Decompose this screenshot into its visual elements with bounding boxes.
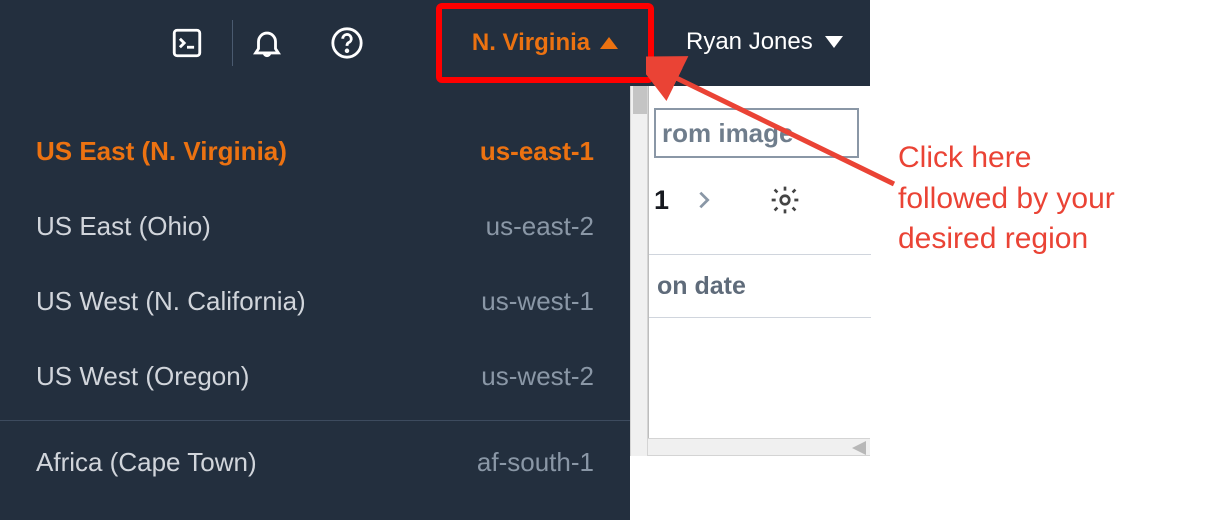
page-number: 1 xyxy=(654,185,669,216)
region-item-af-south-1[interactable]: Africa (Cape Town) af-south-1 xyxy=(0,425,630,500)
column-header-row: on date xyxy=(649,254,871,318)
region-item-us-east-2[interactable]: US East (Ohio) us-east-2 xyxy=(0,189,630,264)
region-item-us-west-2[interactable]: US West (Oregon) us-west-2 xyxy=(0,339,630,414)
region-selector-label: N. Virginia xyxy=(472,29,590,57)
annotation-line: Click here xyxy=(898,138,1115,179)
topbar-icon-group xyxy=(170,26,364,60)
region-item-us-east-1[interactable]: US East (N. Virginia) us-east-1 xyxy=(0,114,630,189)
vertical-scrollbar[interactable] xyxy=(630,86,648,456)
content-panel: rom image 1 on date xyxy=(648,86,870,456)
region-selector[interactable]: N. Virginia xyxy=(436,3,654,83)
horizontal-scrollbar[interactable] xyxy=(648,438,870,456)
help-icon[interactable] xyxy=(330,26,364,60)
annotation-line: followed by your xyxy=(898,179,1115,220)
region-id: us-east-2 xyxy=(486,211,594,242)
scrollbar-thumb[interactable] xyxy=(633,86,647,114)
account-menu[interactable]: Ryan Jones xyxy=(686,12,843,72)
region-separator xyxy=(0,420,630,421)
region-item-us-west-1[interactable]: US West (N. California) us-west-1 xyxy=(0,264,630,339)
caret-up-icon xyxy=(600,37,618,49)
annotation-line: desired region xyxy=(898,219,1115,260)
region-name: US East (Ohio) xyxy=(36,211,211,242)
region-name: Africa (Cape Town) xyxy=(36,447,257,478)
scrollbar-thumb[interactable] xyxy=(852,441,866,455)
column-header-fragment: on date xyxy=(657,272,746,301)
region-name: US West (Oregon) xyxy=(36,361,249,392)
region-id: us-west-2 xyxy=(481,361,594,392)
account-menu-label: Ryan Jones xyxy=(686,28,813,56)
region-name: US West (N. California) xyxy=(36,286,306,317)
notifications-icon[interactable] xyxy=(250,26,284,60)
pagination: 1 xyxy=(654,184,859,216)
topbar-divider xyxy=(232,20,233,66)
region-name: US East (N. Virginia) xyxy=(36,136,287,167)
top-nav-bar: N. Virginia Ryan Jones xyxy=(0,0,870,86)
region-id: af-south-1 xyxy=(477,447,594,478)
region-id: us-east-1 xyxy=(480,136,594,167)
annotation-text: Click here followed by your desired regi… xyxy=(898,138,1115,260)
chevron-right-icon[interactable] xyxy=(693,187,715,213)
gear-icon[interactable] xyxy=(769,184,801,216)
from-image-button-label: rom image xyxy=(662,118,794,149)
region-dropdown: US East (N. Virginia) us-east-1 US East … xyxy=(0,86,630,520)
cloudshell-icon[interactable] xyxy=(170,26,204,60)
region-id: us-west-1 xyxy=(481,286,594,317)
caret-down-icon xyxy=(825,36,843,48)
from-image-button[interactable]: rom image xyxy=(654,108,859,158)
